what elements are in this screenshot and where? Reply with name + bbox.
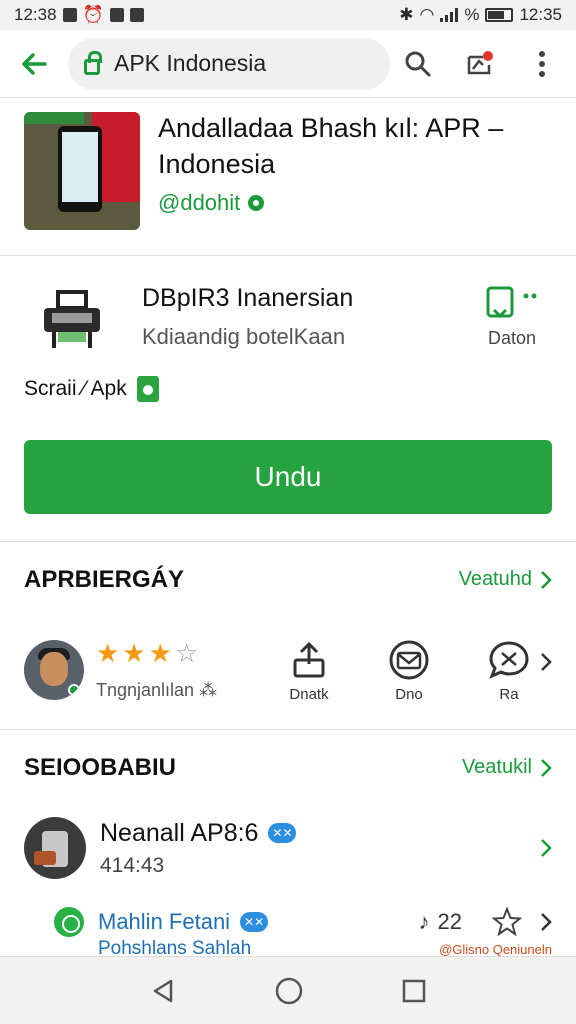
list-item[interactable]: Mahlin Fetani ✕✕ ♪ 22: [24, 902, 552, 942]
list-item-tag: ✕✕: [240, 912, 269, 932]
apk-label: Scraii ⁄ Apk: [24, 377, 127, 400]
nav-recents-icon[interactable]: [401, 978, 427, 1004]
status-time-right: 12:35: [519, 5, 562, 24]
chevron-right-icon[interactable]: [540, 652, 552, 672]
list-item-meta: @Glisno Qeniuneln: [439, 941, 552, 957]
wifi-icon: ◠: [419, 5, 435, 24]
share-icon: [293, 641, 325, 678]
notification-icon: [62, 8, 77, 22]
action-chat[interactable]: Ra: [482, 640, 536, 703]
music-note-icon: ♪: [418, 909, 430, 934]
action-share[interactable]: Dnatk: [282, 640, 336, 703]
nav-back-icon[interactable]: [149, 977, 177, 1005]
reviewer-avatar[interactable]: [24, 640, 84, 700]
apk-type: Scraii ⁄ Apk: [24, 376, 159, 402]
app-notification-icon: [109, 8, 124, 22]
printer-icon: [40, 286, 104, 352]
star-filled-icon: ★: [122, 638, 146, 668]
percent-icon: %: [464, 5, 480, 24]
lock-icon: [84, 50, 102, 75]
package-card: DBpIR3 Inanersian Kdiaandig botelKaan Da…: [0, 258, 576, 542]
ratings-link-label: Veatuhd: [458, 568, 532, 590]
star-outline-icon[interactable]: [492, 907, 522, 937]
gallery-notification-icon: [129, 8, 144, 22]
list-item-name: Neanall AP8:6: [100, 818, 259, 847]
chevron-right-icon: [541, 570, 552, 589]
browser-toolbar: APK Indonesia: [0, 30, 576, 98]
action-chat-label: Ra: [499, 686, 519, 703]
chevron-right-icon: [541, 913, 552, 931]
mail-icon: [389, 640, 429, 680]
list-item-count: 22: [437, 909, 462, 934]
overflow-menu-icon[interactable]: [522, 44, 562, 84]
star-empty-icon: ☆: [174, 638, 199, 668]
address-bar[interactable]: APK Indonesia: [68, 37, 390, 90]
list-item-tag: ✕✕: [268, 823, 297, 843]
system-nav-bar: [0, 956, 576, 1024]
app-thumbnail[interactable]: [24, 112, 140, 230]
list-item-name: Mahlin Fetani: [98, 909, 231, 934]
reviewer-name: Tngnjanlılan ⁂: [96, 680, 218, 700]
chevron-right-icon: [541, 839, 552, 857]
chevron-right-icon: [541, 758, 552, 777]
rating-stars: ★ ★ ★ ☆: [96, 640, 198, 666]
back-arrow-icon[interactable]: [14, 44, 54, 84]
ratings-see-all-link[interactable]: Veatuhd: [459, 568, 552, 591]
list-item-avatar: [24, 817, 86, 879]
ratings-section: APRBIERGÁY Veatuhd ★ ★ ★ ☆ Tngnjanlılan ⁂ D…: [0, 544, 576, 730]
review-actions: Dnatk Dno Ra: [282, 640, 536, 703]
apk-icon: [136, 376, 159, 402]
save-label: Daton: [487, 328, 537, 348]
search-icon[interactable]: [398, 44, 438, 84]
whatsapp-icon: [54, 907, 84, 937]
address-text: APK Indonesia: [114, 50, 267, 76]
list-see-all-link[interactable]: Veatukil: [462, 756, 552, 779]
developer-handle: @ddohit: [158, 190, 241, 215]
star-filled-icon: ★: [96, 638, 120, 668]
package-name: DBpIR3 Inanersian: [142, 284, 354, 312]
verified-icon: [248, 195, 265, 211]
status-time-left: 12:38: [14, 5, 57, 24]
list-item[interactable]: Neanall AP8:6 ✕✕ 414:43: [24, 816, 552, 880]
nav-home-icon[interactable]: [274, 976, 304, 1006]
ratings-section-title: APRBIERGÁY: [24, 566, 185, 593]
list-item-subtitle: 414:43: [100, 853, 165, 877]
action-mail-label: Dno: [395, 686, 423, 703]
list-link-label: Veatukil: [461, 756, 532, 778]
app-title: Andalladaa Bhash kıl: APR – Indonesia: [158, 113, 504, 179]
chat-icon: [489, 641, 529, 679]
signal-icon: [440, 8, 459, 22]
list-section-title: SEIOOBABIU: [24, 754, 177, 781]
app-developer[interactable]: @ddohit: [158, 190, 265, 216]
battery-icon: [485, 8, 514, 22]
status-bar: 12:38 ⏰ ✱ ◠ % 12:35: [0, 0, 576, 30]
save-button[interactable]: Daton: [472, 286, 552, 349]
star-filled-icon: ★: [148, 638, 172, 668]
download-button[interactable]: Undu: [24, 440, 552, 514]
alarm-icon: ⏰: [82, 5, 104, 24]
action-share-label: Dnatk: [289, 686, 329, 703]
action-mail[interactable]: Dno: [382, 640, 436, 703]
bluetooth-icon: ✱: [399, 5, 414, 24]
package-subtitle: Kdiaandig botelKaan: [142, 324, 346, 349]
share-notification-icon[interactable]: [460, 44, 500, 84]
list-section: SEIOOBABIU Veatukil Neanall AP8:6 ✕✕ 414…: [0, 732, 576, 959]
